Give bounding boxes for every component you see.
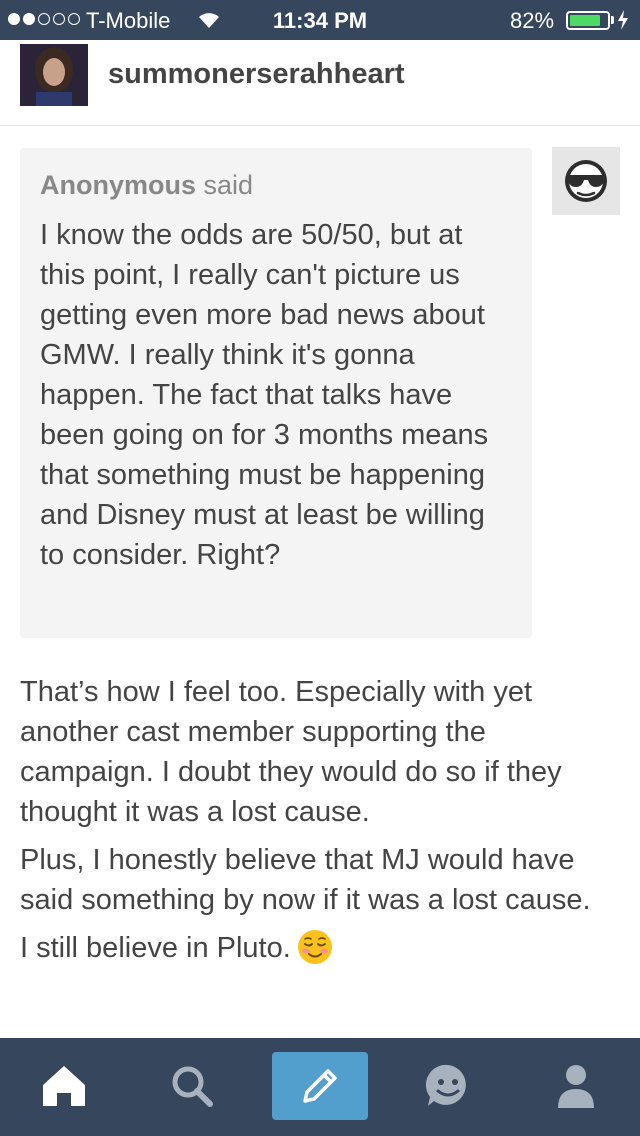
account-icon <box>558 1065 594 1108</box>
tab-account[interactable] <box>528 1052 624 1120</box>
compose-icon <box>303 1069 337 1103</box>
answer-paragraph: Plus, I honestly believe that MJ would h… <box>20 844 591 916</box>
answer-paragraph: I still believe in Pluto. <box>20 928 620 968</box>
home-icon <box>43 1066 85 1106</box>
ask-box: Anonymous said I know the odds are 50/50… <box>20 148 532 638</box>
status-bar: T-Mobile 11:34 PM 82% <box>0 0 640 40</box>
battery-icon <box>566 11 610 30</box>
post-header: summonerserahheart <box>0 40 640 126</box>
post-username[interactable]: summonerserahheart <box>108 58 405 91</box>
activity-icon <box>425 1064 466 1106</box>
answer-paragraph: That’s how I feel too. Especially with y… <box>20 676 562 828</box>
relieved-smile-emoji-icon <box>297 930 332 964</box>
compose-button[interactable] <box>272 1052 368 1120</box>
battery-percent: 82% <box>510 8 555 33</box>
tab-search[interactable] <box>144 1052 240 1120</box>
user-avatar[interactable] <box>20 44 88 106</box>
charging-icon <box>618 10 628 30</box>
tab-home[interactable] <box>16 1052 112 1120</box>
search-icon <box>172 1066 213 1107</box>
said-label: said <box>203 170 254 200</box>
ask-header: Anonymous said <box>40 170 512 201</box>
answer-paragraph-text: I still believe in Pluto. <box>20 932 291 964</box>
ask-question: I know the odds are 50/50, but at this p… <box>40 219 489 571</box>
tab-activity[interactable] <box>400 1052 496 1120</box>
bottom-tab-bar <box>0 1038 640 1136</box>
answer-body: That’s how I feel too. Especially with y… <box>20 672 620 976</box>
anonymous-avatar-icon <box>552 147 620 215</box>
asker-name: Anonymous <box>40 170 197 200</box>
